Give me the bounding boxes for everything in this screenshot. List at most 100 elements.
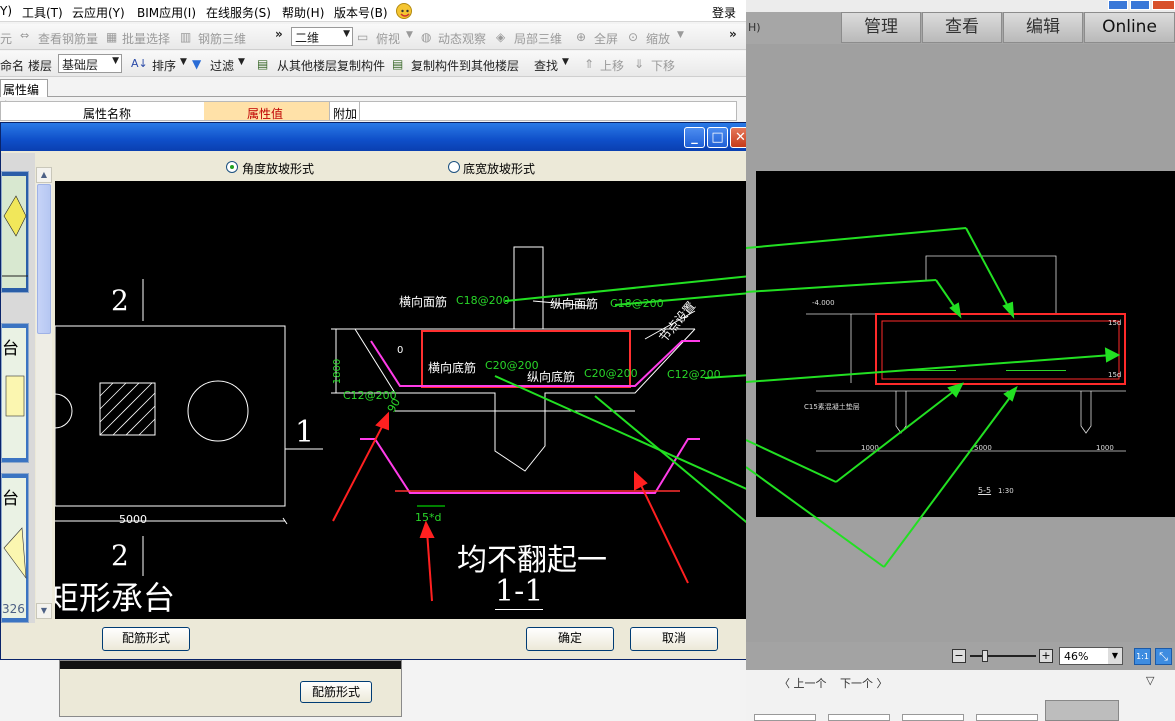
rebar-3d-button[interactable]: 钢筋三维 xyxy=(198,30,246,47)
filmstrip-thumbnail[interactable] xyxy=(976,714,1038,721)
floor-value: 基础层 xyxy=(62,58,99,72)
move-up-button[interactable]: 上移 xyxy=(600,57,624,74)
pile-circle xyxy=(187,380,249,442)
note-text: 均不翻起一 xyxy=(457,543,607,578)
panel-dark-strip xyxy=(60,661,401,669)
collapse-chevron-icon[interactable]: ▽ xyxy=(1146,674,1154,687)
dynamic-view-button[interactable]: 动态观察 xyxy=(438,30,486,47)
cad-title: 矩形承台 xyxy=(55,579,176,617)
dialog-titlebar[interactable]: _ □ ✕ xyxy=(1,123,753,151)
scrollbar-thumb[interactable] xyxy=(37,184,51,334)
filter-icon: ▼ xyxy=(192,57,202,71)
rebar-form-button-behind[interactable]: 配筋形式 xyxy=(300,681,372,703)
zoom-level-select[interactable]: 46% ▼ xyxy=(1059,647,1123,665)
maximize-icon[interactable]: □ xyxy=(707,127,728,148)
batch-select-button[interactable]: 批量选择 xyxy=(122,30,170,47)
thumbnail-preview: 台 326 xyxy=(2,478,27,618)
plan-label-2-bottom: 2 xyxy=(111,539,129,572)
column-divider xyxy=(359,102,360,120)
copy-to-floor-button[interactable]: 复制构件到其他楼层 xyxy=(411,57,519,74)
view-rebar-icon: ⇔ xyxy=(20,29,30,42)
menu-item-tools[interactable]: 工具(T) xyxy=(22,4,63,21)
toolbar-more-left[interactable]: » xyxy=(275,27,283,41)
filmstrip-thumbnail-selected[interactable] xyxy=(1045,700,1119,721)
next-button[interactable]: 下一个 〉 xyxy=(840,675,888,691)
column-extra[interactable]: 附加 xyxy=(333,105,357,122)
floor-select[interactable]: 基础层 ▼ xyxy=(58,54,122,73)
chevron-down-icon: ▼ xyxy=(343,29,350,39)
ok-button[interactable]: 确定 xyxy=(526,627,614,651)
view-mode-value: 二维 xyxy=(295,31,320,45)
radio-width-slope-label[interactable]: 底宽放坡形式 xyxy=(463,160,535,177)
filmstrip-thumbnail[interactable] xyxy=(754,714,816,721)
radio-width-slope[interactable] xyxy=(448,161,460,173)
tab-online[interactable]: Online xyxy=(1084,12,1175,43)
rename-button[interactable]: 命名 xyxy=(0,57,24,74)
tab-view[interactable]: 查看 xyxy=(922,12,1002,43)
floor-label: 楼层 xyxy=(28,59,53,73)
thumbnail-item[interactable] xyxy=(1,171,29,293)
close-icon[interactable] xyxy=(1152,0,1175,10)
zoom-slider-track[interactable] xyxy=(970,655,1036,657)
zoom-button[interactable]: 缩放 xyxy=(646,30,670,47)
menu-item-version[interactable]: 版本号(B) xyxy=(334,4,388,21)
fullscreen-icon: ⊕ xyxy=(576,30,587,44)
scroll-down-icon[interactable]: ▼ xyxy=(36,603,52,619)
sort-button[interactable]: 排序 xyxy=(152,57,176,74)
column-property-value[interactable]: 属性值 xyxy=(247,105,283,122)
actual-size-icon[interactable]: 1:1 xyxy=(1134,648,1151,665)
tab-property-edit[interactable]: 属性编辑 xyxy=(0,79,48,114)
drawing-15d-bottom: 15d xyxy=(1108,371,1122,379)
menu-item-help[interactable]: 帮助(H) xyxy=(282,4,324,21)
move-down-button[interactable]: 下移 xyxy=(651,57,675,74)
emoji-face-icon[interactable] xyxy=(396,3,412,19)
rebar-form-button[interactable]: 配筋形式 xyxy=(102,627,190,651)
minimize-icon[interactable]: _ xyxy=(684,127,705,148)
top-view-button[interactable]: 俯视 xyxy=(376,30,400,47)
batch-select-icon: ▦ xyxy=(106,30,118,44)
thumbnail-scrollbar[interactable]: ▲ ▼ xyxy=(36,167,52,619)
toolbar-yuan: 元 xyxy=(0,32,13,46)
toolbar-view: 元 ⇔ 查看钢筋量 ▦ 批量选择 ▥ 钢筋三维 » 二维 ▼ ▭ 俯视 ▼ ◍ 动… xyxy=(0,24,746,50)
radio-angle-slope[interactable] xyxy=(226,161,238,173)
view-mode-select[interactable]: 二维 ▼ xyxy=(291,27,353,46)
find-button[interactable]: 查找 xyxy=(534,57,558,74)
thumbnail-item[interactable]: 台 326 xyxy=(1,473,29,623)
menu-item-online-service[interactable]: 在线服务(S) xyxy=(206,4,271,21)
thumbnail-item[interactable]: 台 xyxy=(1,323,29,463)
radio-angle-slope-label[interactable]: 角度放坡形式 xyxy=(242,160,314,177)
cad-drawing-canvas[interactable]: 2 1 2 5000 矩形承台 横向面筋 C18@200 纵向面筋 C18@20… xyxy=(55,181,751,619)
cancel-button[interactable]: 取消 xyxy=(630,627,718,651)
menu-item-bim[interactable]: BIM应用(I) xyxy=(137,4,196,21)
view-rebar-button[interactable]: 查看钢筋量 xyxy=(38,30,98,47)
previous-button[interactable]: 〈 上一个 xyxy=(779,675,827,691)
zoom-out-icon[interactable]: − xyxy=(952,649,966,663)
zoom-slider-handle[interactable] xyxy=(982,650,988,662)
filmstrip-thumbnail[interactable] xyxy=(828,714,890,721)
column-property-name[interactable]: 属性名称 xyxy=(83,105,131,122)
rebar-panel-behind: 配筋形式 xyxy=(59,660,402,717)
thumbnail-number: 326 xyxy=(2,602,25,616)
menu-item-cloud[interactable]: 云应用(Y) xyxy=(72,4,125,21)
filmstrip-thumbnail[interactable] xyxy=(902,714,964,721)
login-link[interactable]: 登录 xyxy=(712,4,736,21)
chevron-down-icon: ▼ xyxy=(112,56,119,66)
tab-edit[interactable]: 编辑 xyxy=(1003,12,1083,43)
fullscreen-button[interactable]: 全屏 xyxy=(594,30,618,47)
filter-button[interactable]: 过滤 xyxy=(210,57,234,74)
menu-item-y[interactable]: Y) xyxy=(0,4,12,18)
viewed-drawing-image[interactable]: -4.000 1000 5000 1000 C15素混凝土垫层 5-5 1:30… xyxy=(756,171,1175,517)
fit-window-icon[interactable]: ⤡ xyxy=(1155,648,1172,665)
local-3d-button[interactable]: 局部三维 xyxy=(514,30,562,47)
maximize-icon[interactable] xyxy=(1130,0,1150,10)
copy-from-floor-button[interactable]: 从其他楼层复制构件 xyxy=(277,57,385,74)
toolbar-more-right[interactable]: » xyxy=(729,27,737,41)
tab-manage[interactable]: 管理 xyxy=(841,12,921,43)
slope-form-options: 角度放坡形式 底宽放坡形式 xyxy=(55,153,751,181)
copy-from-floor-icon: ▤ xyxy=(257,57,269,71)
label-v-top-rebar: 纵向面筋 xyxy=(550,297,599,311)
scroll-up-icon[interactable]: ▲ xyxy=(36,167,52,183)
zoom-in-icon[interactable]: + xyxy=(1039,649,1053,663)
minimize-icon[interactable] xyxy=(1108,0,1128,10)
drawing-dim-5000: 5000 xyxy=(974,444,992,452)
